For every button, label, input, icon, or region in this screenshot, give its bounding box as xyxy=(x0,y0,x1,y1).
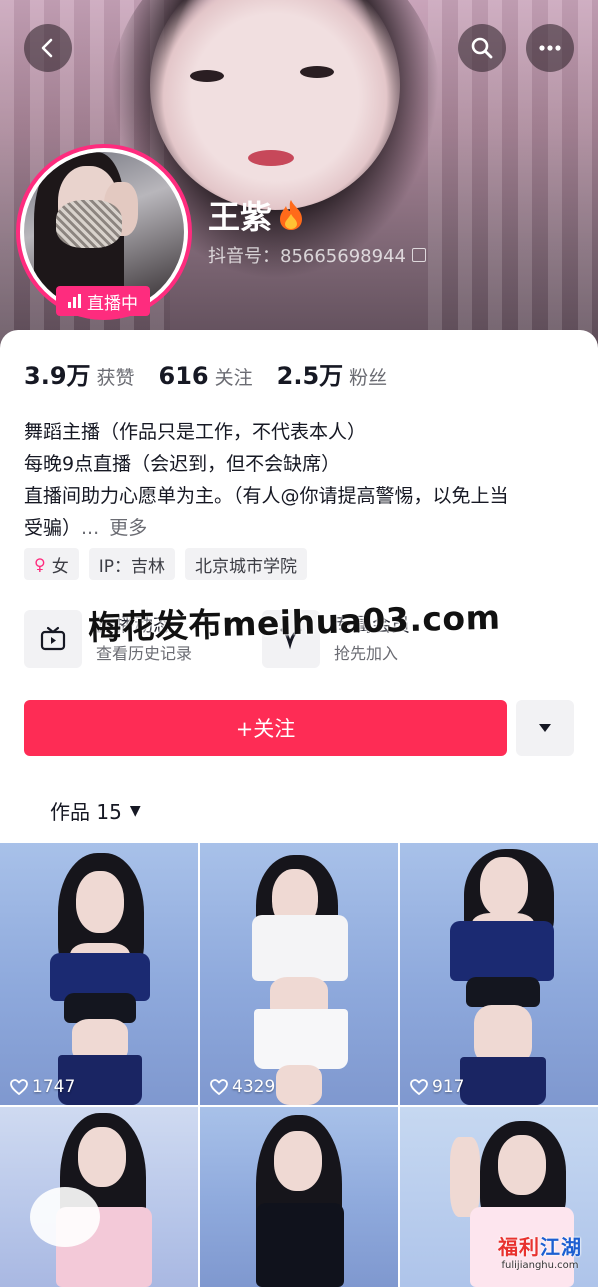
stat-number: 616 xyxy=(158,362,209,390)
nickname-row: 王紫 xyxy=(208,192,306,238)
caret-down-icon xyxy=(539,724,551,732)
search-button[interactable] xyxy=(458,24,506,72)
copy-icon[interactable] xyxy=(411,248,426,262)
stat-following[interactable]: 616 关注 xyxy=(159,362,253,390)
back-button[interactable] xyxy=(24,24,72,72)
video-thumbnail[interactable]: 4329 xyxy=(200,843,398,1105)
live-badge[interactable]: 直播中 xyxy=(56,286,150,316)
video-likes: 917 xyxy=(410,1077,464,1097)
video-grid: 1747 4329 917 xyxy=(0,843,598,1287)
video-thumbnail[interactable]: 917 xyxy=(400,843,598,1105)
bio-line: 直播间助力心愿单为主。（有人@你请提高警惕，以免上当 xyxy=(24,485,509,507)
tv-icon xyxy=(24,610,82,668)
tab-works-label: 作品 15 xyxy=(50,800,122,824)
nickname: 王紫 xyxy=(208,198,273,236)
video-thumbnail[interactable] xyxy=(200,1107,398,1287)
bio-more-link[interactable]: 更多 xyxy=(109,517,147,539)
stat-label: 粉丝 xyxy=(349,367,388,389)
live-bars-icon xyxy=(68,294,81,308)
video-likes-count: 1747 xyxy=(32,1077,76,1097)
heart-icon xyxy=(210,1079,228,1095)
bio-line: 舞蹈主播（作品只是工作，不代表本人） xyxy=(24,421,367,443)
logo-url: fulijianghu.com xyxy=(501,1260,579,1271)
header-photo-eye xyxy=(300,66,334,78)
video-thumbnail[interactable]: 1747 xyxy=(0,843,198,1105)
video-likes: 4329 xyxy=(210,1077,275,1097)
stat-followers[interactable]: 2.5万 粉丝 xyxy=(277,356,388,391)
video-likes-count: 917 xyxy=(432,1077,465,1097)
search-icon xyxy=(471,37,493,59)
caret-down-icon: ▼ xyxy=(129,802,141,819)
tab-works[interactable]: 作品 15 ▼ xyxy=(50,796,141,825)
stat-number: 3.9万 xyxy=(24,362,91,390)
stat-number: 2.5万 xyxy=(276,362,344,390)
video-likes-count: 4329 xyxy=(232,1077,276,1097)
stat-label: 关注 xyxy=(214,367,253,389)
douyin-id-text: 抖音号：85665698944 xyxy=(208,246,406,267)
profile-card: 3.9万 获赞 616 关注 2.5万 粉丝 舞蹈主播（作品只是工作，不代表本人… xyxy=(0,330,598,850)
fire-icon xyxy=(280,200,303,230)
heart-icon xyxy=(410,1079,428,1095)
header-photo-lips xyxy=(248,150,294,166)
live-badge-label: 直播中 xyxy=(87,293,138,314)
gender-tag: ♀ 女 xyxy=(24,548,79,580)
stats-row: 3.9万 获赞 616 关注 2.5万 粉丝 xyxy=(24,356,411,391)
douyin-id: 抖音号：85665698944 xyxy=(208,242,426,268)
gender-label: 女 xyxy=(51,556,69,577)
bio-ellipsis: ... xyxy=(81,517,100,539)
ip-tag: IP：吉林 xyxy=(88,548,175,580)
feature-subtitle: 抢先加入 xyxy=(334,644,399,663)
follow-dropdown-button[interactable] xyxy=(516,700,574,756)
bio-line-last: 受骗）... 更多 xyxy=(24,512,584,544)
logo-title-b: 江湖 xyxy=(540,1235,582,1259)
bio: 舞蹈主播（作品只是工作，不代表本人） 每晚9点直播（会迟到，但不会缺席） 直播间… xyxy=(24,416,584,544)
female-icon: ♀ xyxy=(34,554,46,574)
heart-icon xyxy=(10,1079,28,1095)
watermark-text: 梅花发布meihua03.com xyxy=(87,597,501,648)
stat-likes[interactable]: 3.9万 获赞 xyxy=(24,356,135,391)
bio-line: 每晚9点直播（会迟到，但不会缺席） xyxy=(24,453,341,475)
more-options-button[interactable] xyxy=(526,24,574,72)
video-likes: 1747 xyxy=(10,1077,75,1097)
site-logo-watermark: 福利江湖 fulijianghu.com xyxy=(486,1226,594,1276)
header-photo-eye xyxy=(190,70,224,82)
logo-title-a: 福利 xyxy=(498,1235,540,1259)
more-dots-icon xyxy=(539,45,561,51)
chevron-left-icon xyxy=(41,38,53,58)
school-tag[interactable]: 北京城市学院 xyxy=(184,548,307,580)
bio-line: 受骗） xyxy=(24,517,82,539)
tag-row: ♀ 女 IP：吉林 北京城市学院 xyxy=(24,548,307,580)
stat-label: 获赞 xyxy=(96,367,135,389)
follow-button[interactable]: +关注 xyxy=(24,700,507,756)
video-thumbnail[interactable] xyxy=(0,1107,198,1287)
